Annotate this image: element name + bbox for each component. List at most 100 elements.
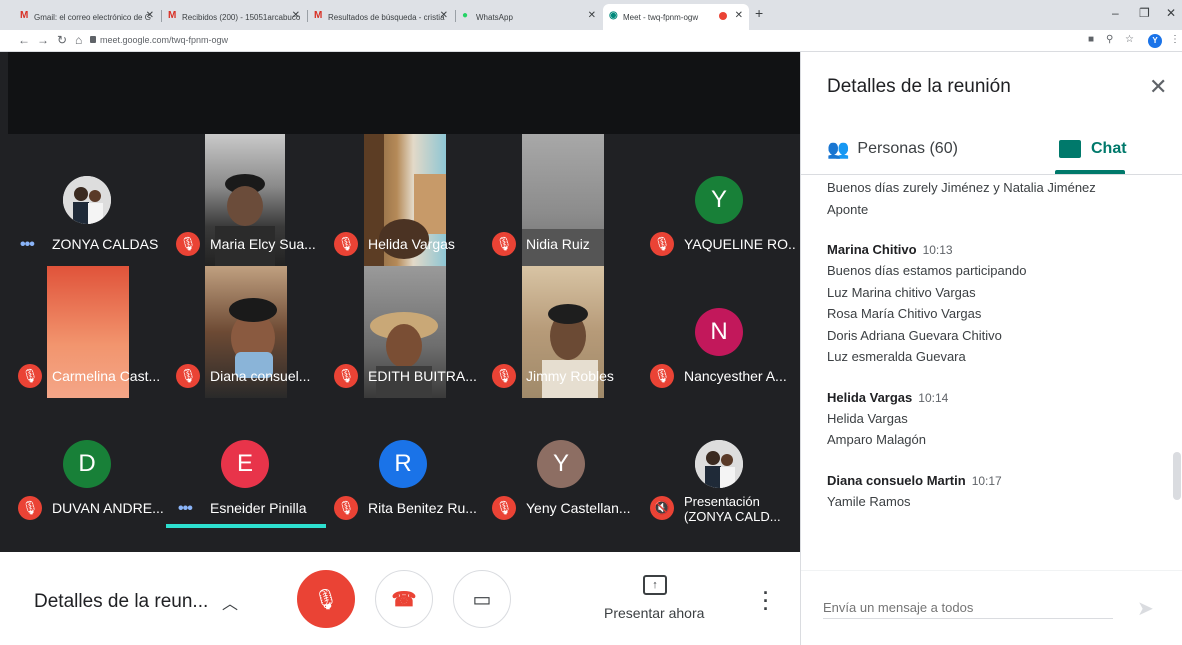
message-text: Rosa María Chitivo Vargas: [827, 306, 982, 321]
zoom-icon[interactable]: ⚲: [1106, 34, 1113, 45]
participant-name: Helida Vargas: [368, 236, 455, 252]
restore-icon[interactable]: ❐: [1139, 6, 1150, 20]
message-text: Buenos días zurely Jiménez y Natalia Jim…: [827, 180, 1096, 195]
tab-label: Resultados de búsqueda - cristia: [328, 12, 445, 22]
present-screen-icon[interactable]: ↑: [643, 575, 667, 595]
message-sender: Diana consuelo Martin: [827, 472, 966, 488]
participant-tile[interactable]: 🎙 Diana consuel...: [166, 266, 324, 398]
tab-label: Personas (60): [857, 140, 958, 157]
more-options-icon[interactable]: · · ·: [763, 584, 769, 618]
avatar: E: [221, 440, 269, 488]
close-icon[interactable]: ✕: [1149, 74, 1167, 100]
tab-people[interactable]: 👥 Personas (60): [827, 134, 958, 164]
message-text: Helida Vargas: [827, 410, 908, 426]
close-icon[interactable]: ✕: [588, 10, 596, 21]
participant-tile[interactable]: Y 🎙 Yeny Castellan...: [482, 398, 640, 530]
participant-tile[interactable]: 🎙 EDITH BUITRA...: [324, 266, 482, 398]
tab-label: Recibidos (200) - 15051arcabuco: [182, 12, 301, 22]
url-field[interactable]: meet.google.com/twq-fpnm-ogw: [100, 35, 228, 45]
new-tab-button[interactable]: +: [755, 5, 763, 21]
chat-messages[interactable]: Buenos días zurely Jiménez y Natalia Jim…: [827, 177, 1157, 572]
camera-toggle-button[interactable]: ▭: [453, 570, 511, 628]
present-now-button[interactable]: Presentar ahora: [604, 605, 704, 621]
participant-tile[interactable]: D 🎙 DUVAN ANDRE...: [8, 398, 166, 530]
avatar: Y: [695, 176, 743, 224]
mic-off-icon: 🎙: [492, 364, 516, 388]
participant-tile[interactable]: 🎙 Maria Elcy Sua...: [166, 134, 324, 266]
avatar: [695, 440, 743, 488]
message-time: 10:14: [918, 390, 949, 405]
participant-tile[interactable]: N 🎙 Nancyesther A...: [640, 266, 798, 398]
participant-name: DUVAN ANDRE...: [52, 500, 164, 516]
participant-tile[interactable]: 🎙 Helida Vargas: [324, 134, 482, 266]
mic-off-icon: 🎙: [650, 364, 674, 388]
active-speaker-bar: [166, 524, 326, 528]
participant-name: Esneider Pinilla: [210, 500, 307, 516]
tab-label: Meet - twq-fpnm-ogw: [623, 12, 699, 22]
browser-tab-search[interactable]: M Resultados de búsqueda - cristia ✕: [308, 4, 454, 30]
profile-avatar[interactable]: Y: [1148, 34, 1162, 48]
message-text: Buenos días estamos participando: [827, 263, 1027, 278]
mic-toggle-button[interactable]: 🎙: [297, 570, 355, 628]
leave-call-button[interactable]: ☎: [375, 570, 433, 628]
grid-top-area: [8, 52, 800, 134]
avatar: Y: [537, 440, 585, 488]
browser-tab-meet[interactable]: ◉ Meet - twq-fpnm-ogw ✕: [603, 4, 749, 30]
participant-tile[interactable]: Y 🎙 YAQUELINE RO...: [640, 134, 798, 266]
meeting-details-panel: Detalles de la reunión ✕ 👥 Personas (60)…: [800, 52, 1182, 645]
tab-chat[interactable]: Chat: [1059, 134, 1127, 164]
gmail-icon: M: [314, 10, 323, 21]
close-icon[interactable]: ✕: [292, 10, 300, 21]
chevron-up-icon[interactable]: ︿: [222, 590, 238, 614]
minimize-icon[interactable]: –: [1112, 6, 1119, 20]
home-icon[interactable]: ⌂: [75, 33, 82, 47]
send-icon[interactable]: ➤: [1137, 596, 1154, 621]
participant-tile[interactable]: ••• ZONYA CALDAS: [8, 134, 166, 266]
browser-tab-inbox[interactable]: M Recibidos (200) - 15051arcabuco ✕: [162, 4, 306, 30]
participant-tile[interactable]: 🎙 Nidia Ruiz: [482, 134, 640, 266]
forward-icon[interactable]: →: [37, 33, 49, 47]
participant-name: Jimmy Robles: [526, 368, 614, 384]
close-icon[interactable]: ✕: [146, 10, 154, 21]
reload-icon[interactable]: ↻: [57, 33, 67, 47]
participant-tile[interactable]: E ••• Esneider Pinilla: [166, 398, 324, 530]
avatar: D: [63, 440, 111, 488]
participant-name: YAQUELINE RO...: [684, 236, 796, 252]
mic-off-icon: 🎙: [334, 232, 358, 256]
mic-off-icon: 🎙: [650, 232, 674, 256]
scrollbar[interactable]: [1173, 452, 1181, 500]
browser-tab-gmail[interactable]: M Gmail: el correo electrónico de G ✕: [14, 4, 160, 30]
camera-indicator-icon[interactable]: ■: [1088, 34, 1094, 45]
back-icon[interactable]: ←: [18, 33, 30, 47]
close-icon[interactable]: ✕: [735, 10, 743, 21]
menu-icon[interactable]: ⋮: [1170, 34, 1180, 45]
call-controls: Detalles de la reun... ︿ 🎙 ☎ ▭ ↑ Present…: [0, 552, 800, 645]
mic-off-icon: 🎙: [176, 364, 200, 388]
speaking-indicator-icon: •••: [178, 500, 193, 517]
participant-tile[interactable]: 🔇 Presentación (ZONYA CALD...: [640, 398, 798, 530]
participant-name: EDITH BUITRA...: [368, 368, 477, 384]
mic-off-icon: 🎙: [18, 496, 42, 520]
participant-tile[interactable]: R 🎙 Rita Benitez Ru...: [324, 398, 482, 530]
mic-off-icon: 🎙: [334, 496, 358, 520]
recording-dot-icon: [719, 12, 727, 20]
speaking-indicator-icon: •••: [20, 236, 35, 253]
avatar: N: [695, 308, 743, 356]
message-sender: Marina Chitivo: [827, 242, 917, 257]
participant-name: Diana consuel...: [210, 368, 311, 384]
chat-icon: [1059, 140, 1081, 158]
participant-tile[interactable]: 🎙 Carmelina Cast...: [8, 266, 166, 398]
divider: [801, 570, 1182, 571]
meeting-details-button[interactable]: Detalles de la reun...: [34, 591, 208, 613]
close-icon[interactable]: ✕: [440, 10, 448, 21]
mic-off-icon: 🎙: [18, 364, 42, 388]
chat-message: Helida Vargas 10:14 Helida Vargas Amparo …: [827, 388, 1157, 451]
avatar: R: [379, 440, 427, 488]
participant-name: ZONYA CALDAS: [52, 236, 159, 252]
participant-tile[interactable]: 🎙 Jimmy Robles: [482, 266, 640, 398]
participant-name: Rita Benitez Ru...: [368, 500, 477, 516]
chat-message-input[interactable]: [823, 600, 1113, 619]
star-icon[interactable]: ☆: [1125, 34, 1134, 45]
window-close-icon[interactable]: ✕: [1166, 6, 1176, 20]
browser-tab-whatsapp[interactable]: ● WhatsApp ✕: [456, 4, 602, 30]
